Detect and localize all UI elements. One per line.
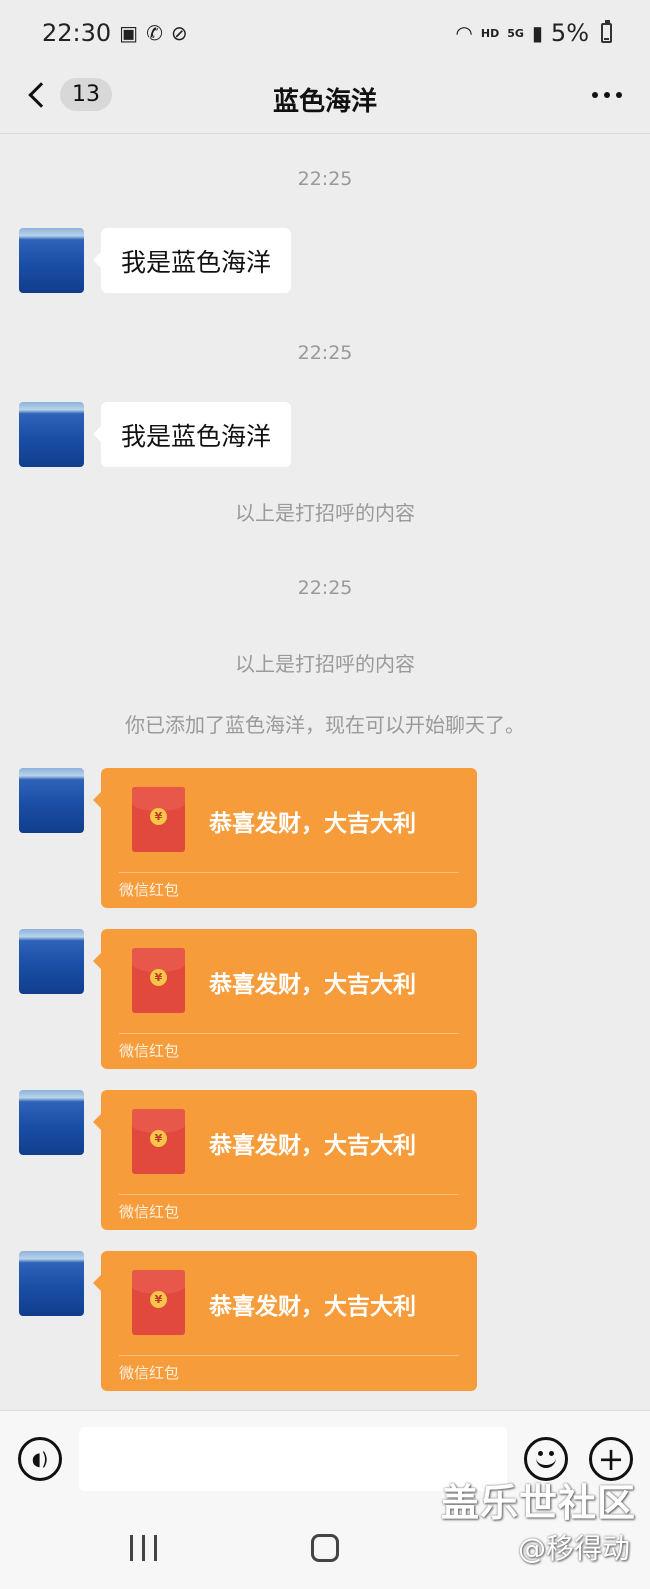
- red-envelope-icon: ¥: [132, 787, 185, 852]
- coin-icon: ¥: [150, 808, 167, 825]
- status-left: 22:30 ▣ ✆ ⊘: [42, 19, 188, 47]
- plus-icon: +: [597, 1440, 625, 1478]
- more-button[interactable]: [592, 92, 622, 98]
- timestamp: 22:25: [297, 342, 353, 364]
- red-packet-message[interactable]: ¥ 恭喜发财，大吉大利 微信红包: [93, 929, 477, 1069]
- chat-title: 蓝色海洋: [272, 87, 377, 117]
- status-time: 22:30: [42, 19, 112, 47]
- more-icon: [616, 92, 622, 98]
- chevron-left-icon: [28, 81, 54, 108]
- unread-count-badge: 13: [60, 78, 112, 111]
- divider: [119, 872, 459, 873]
- watermark-title: 盖乐世社区: [440, 1481, 636, 1525]
- chat-header: 13 蓝色海洋: [0, 66, 650, 134]
- red-envelope-icon: ¥: [132, 1109, 185, 1174]
- battery-percent: 5%: [550, 19, 589, 47]
- hd-label: HD: [480, 26, 500, 40]
- system-message: 你已添加了蓝色海洋，现在可以开始聊天了。: [125, 713, 525, 737]
- red-packet-footer: 微信红包: [119, 881, 180, 899]
- voice-icon: ◖): [31, 1448, 49, 1470]
- status-bar: 22:30 ▣ ✆ ⊘ ◠ HD 5G ▮ 5%: [0, 0, 650, 66]
- red-packet-title: 恭喜发财，大吉大利: [209, 1133, 416, 1159]
- watermark-handle: @移得动: [517, 1532, 630, 1565]
- red-packet-message[interactable]: ¥ 恭喜发财，大吉大利 微信红包: [93, 768, 477, 908]
- avatar[interactable]: [19, 768, 84, 833]
- status-right: ◠ HD 5G ▮ 5%: [455, 19, 612, 47]
- avatar[interactable]: [19, 929, 84, 994]
- divider: [119, 1355, 459, 1356]
- coin-icon: ¥: [150, 1291, 167, 1308]
- back-button[interactable]: 13: [24, 78, 112, 111]
- red-packet-title: 恭喜发财，大吉大利: [209, 1294, 416, 1320]
- red-packet-message[interactable]: ¥ 恭喜发财，大吉大利 微信红包: [93, 1251, 477, 1391]
- home-button[interactable]: [311, 1534, 339, 1562]
- more-icon: [592, 92, 598, 98]
- red-packet-footer: 微信红包: [119, 1042, 180, 1060]
- more-icon: [604, 92, 610, 98]
- text-message[interactable]: 我是蓝色海洋: [92, 402, 292, 467]
- recent-apps-button[interactable]: [130, 1535, 157, 1561]
- network-label: 5G: [507, 26, 524, 40]
- text-message[interactable]: 我是蓝色海洋: [92, 228, 292, 293]
- avatar[interactable]: [19, 402, 84, 467]
- red-packet-title: 恭喜发财，大吉大利: [209, 811, 416, 837]
- system-message: 以上是打招呼的内容: [235, 652, 415, 676]
- location-off-icon: ⊘: [170, 21, 188, 45]
- system-message: 以上是打招呼的内容: [235, 501, 415, 525]
- coin-icon: ¥: [150, 1130, 167, 1147]
- battery-icon: [601, 20, 612, 43]
- avatar[interactable]: [19, 1090, 84, 1155]
- wifi-icon: ◠: [455, 21, 473, 45]
- red-packet-footer: 微信红包: [119, 1364, 180, 1382]
- timestamp: 22:25: [297, 577, 353, 599]
- avatar[interactable]: [19, 228, 84, 293]
- image-icon: ▣: [119, 21, 139, 45]
- coin-icon: ¥: [150, 969, 167, 986]
- call-icon: ✆: [146, 21, 163, 45]
- red-envelope-icon: ¥: [132, 948, 185, 1013]
- voice-button[interactable]: ◖): [18, 1437, 62, 1481]
- red-envelope-icon: ¥: [132, 1270, 185, 1335]
- avatar[interactable]: [19, 1251, 84, 1316]
- red-packet-message[interactable]: ¥ 恭喜发财，大吉大利 微信红包: [93, 1090, 477, 1230]
- signal-icon: ▮: [531, 21, 543, 45]
- red-packet-title: 恭喜发财，大吉大利: [209, 972, 416, 998]
- divider: [119, 1033, 459, 1034]
- timestamp: 22:25: [297, 168, 353, 190]
- red-packet-footer: 微信红包: [119, 1203, 180, 1221]
- divider: [119, 1194, 459, 1195]
